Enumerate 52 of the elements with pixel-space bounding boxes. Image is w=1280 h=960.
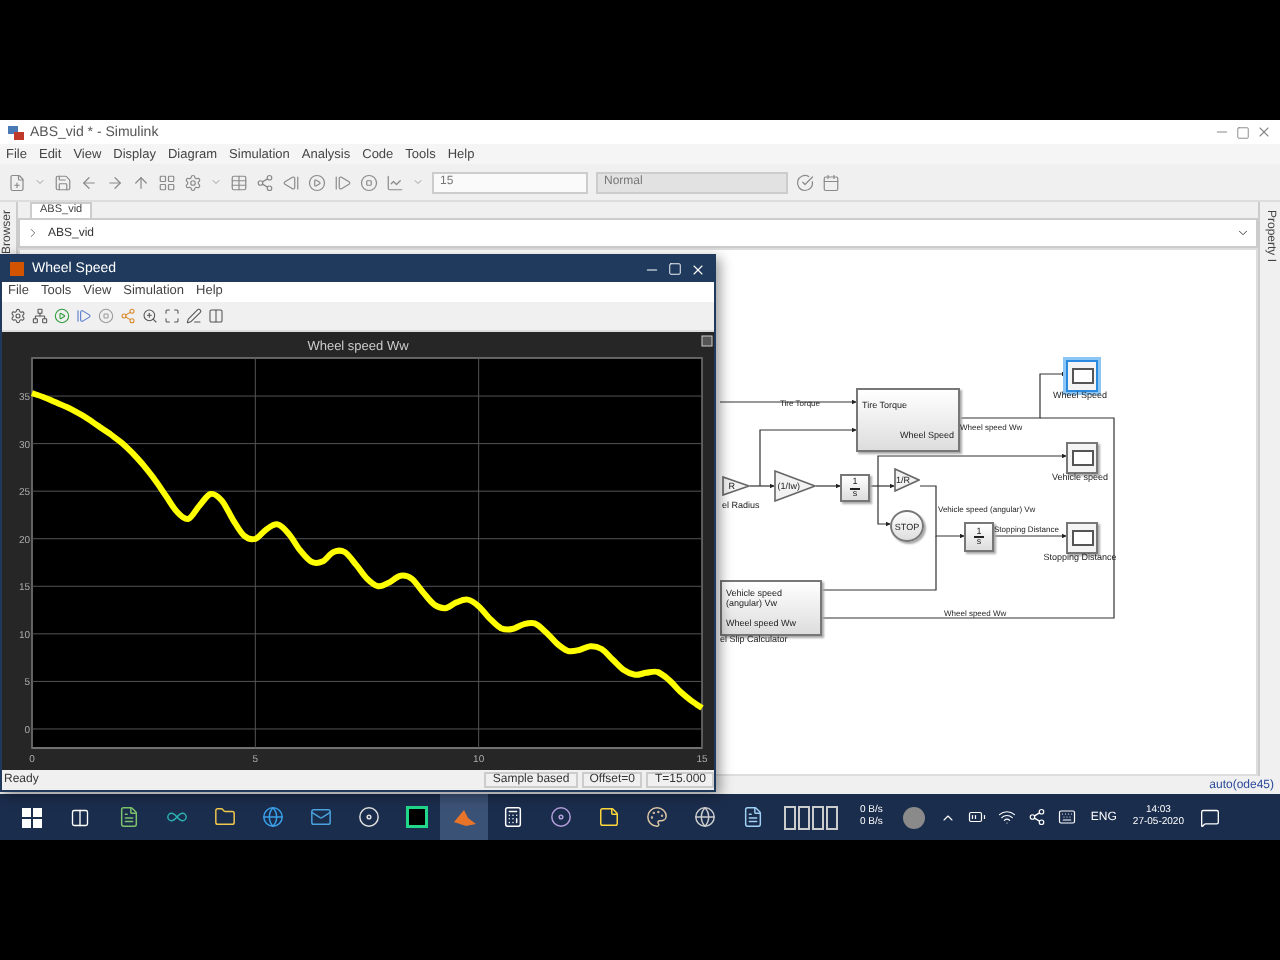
layout-icon[interactable]	[208, 307, 224, 324]
mail-icon[interactable]	[309, 806, 331, 828]
run-icon[interactable]	[308, 173, 326, 191]
hide-icon[interactable]	[26, 226, 40, 240]
chart-icon[interactable]	[386, 173, 404, 191]
calendar-icon[interactable]	[822, 173, 840, 191]
notifications-icon[interactable]	[1200, 807, 1220, 827]
calculator-icon[interactable]	[501, 806, 523, 828]
step-back-icon[interactable]	[282, 173, 300, 191]
step-forward-icon[interactable]	[334, 173, 352, 191]
zoom-icon[interactable]	[142, 307, 158, 324]
signal-icon[interactable]	[32, 307, 48, 324]
window-thumbnails-icon[interactable]	[784, 805, 840, 829]
run-icon[interactable]	[54, 307, 70, 324]
palette-icon[interactable]	[645, 806, 667, 828]
forward-icon[interactable]	[106, 173, 124, 191]
network-icon[interactable]	[1028, 808, 1047, 826]
caret-icon[interactable]	[1236, 226, 1250, 240]
folder-icon[interactable]	[213, 806, 235, 828]
stop-icon[interactable]	[98, 307, 114, 324]
signal-line	[719, 399, 857, 405]
start-icon[interactable]	[22, 807, 42, 827]
close-icon[interactable]	[690, 261, 706, 278]
task-view-icon[interactable]	[70, 807, 90, 827]
settings-icon[interactable]	[184, 173, 202, 191]
code-editor-icon[interactable]	[405, 806, 427, 828]
table-icon[interactable]	[230, 173, 248, 191]
style-icon[interactable]	[186, 307, 202, 324]
stop-icon[interactable]	[360, 173, 378, 191]
sticky-note-icon[interactable]	[597, 806, 619, 828]
back-icon[interactable]	[80, 173, 98, 191]
settings-icon[interactable]	[10, 307, 26, 324]
gauge-icon[interactable]	[902, 805, 927, 829]
panel-toggle-icon[interactable]	[701, 334, 713, 346]
check-icon[interactable]	[796, 173, 814, 191]
library-icon[interactable]	[158, 173, 176, 191]
battery-icon[interactable]	[968, 808, 987, 826]
up-icon[interactable]	[132, 173, 150, 191]
peak-icon[interactable]	[453, 806, 475, 828]
new-file-icon[interactable]	[8, 173, 26, 191]
step-forward-icon[interactable]	[76, 307, 92, 324]
disc-icon[interactable]	[549, 806, 571, 828]
globe-icon[interactable]	[693, 806, 715, 828]
connect-icon[interactable]	[256, 173, 274, 191]
document-icon[interactable]	[117, 806, 139, 828]
wifi-icon[interactable]	[998, 808, 1017, 826]
save-icon[interactable]	[54, 173, 72, 191]
app-icon	[8, 125, 24, 139]
document-icon[interactable]	[741, 806, 763, 828]
app-icon	[10, 262, 24, 277]
keyboard-icon[interactable]	[1058, 808, 1077, 826]
globe-icon[interactable]	[261, 806, 283, 828]
